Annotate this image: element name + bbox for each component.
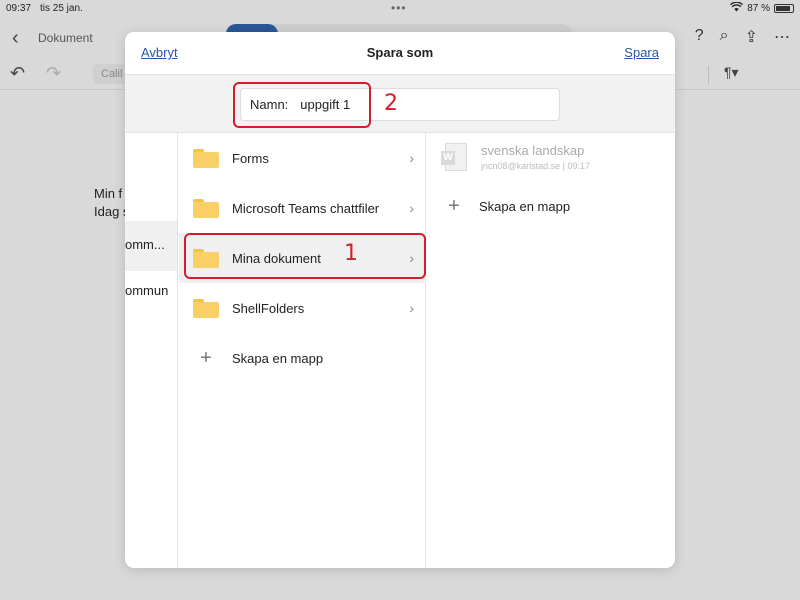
- status-time: 09:37: [6, 3, 32, 14]
- word-document-icon: W: [441, 143, 469, 173]
- dialog-title: Spara som: [366, 45, 434, 60]
- battery-percent: 87 %: [747, 3, 770, 14]
- name-row: Namn: uppgift 1 2: [125, 74, 675, 133]
- file-name: svenska landskap: [481, 143, 585, 158]
- annotation-number-2: 2: [384, 91, 398, 116]
- share-icon[interactable]: ⇪: [745, 27, 758, 47]
- chevron-right-icon: ›: [409, 200, 414, 216]
- folder-icon: [193, 298, 219, 318]
- wifi-icon: [730, 1, 744, 15]
- plus-icon: +: [200, 346, 212, 369]
- location-item[interactable]: ommun: [125, 271, 177, 321]
- files-pane: W svenska landskap jncn08@karlstad.se | …: [427, 133, 675, 568]
- new-folder-button[interactable]: + Skapa en mapp: [179, 333, 426, 383]
- status-date: tis 25 jan.: [40, 3, 83, 14]
- chevron-right-icon: ›: [409, 150, 414, 166]
- new-folder-label: Skapa en mapp: [232, 350, 324, 366]
- folder-row-teams[interactable]: Microsoft Teams chattfiler ›: [179, 183, 426, 233]
- annotation-box-1: [184, 233, 426, 279]
- folder-label: Forms: [232, 150, 269, 166]
- back-label[interactable]: Dokument: [38, 31, 93, 45]
- doc-line-1: Min f: [94, 186, 123, 201]
- folders-pane: Forms › Microsoft Teams chattfiler › Min…: [179, 133, 426, 568]
- annotation-box-2: [233, 82, 371, 128]
- plus-icon: +: [448, 195, 460, 217]
- folder-icon: [193, 198, 219, 218]
- status-bar: 09:37 tis 25 jan. ••• 87 %: [0, 0, 800, 18]
- save-button[interactable]: Spara: [624, 45, 659, 60]
- folder-icon: [193, 148, 219, 168]
- folder-row-forms[interactable]: Forms ›: [179, 133, 426, 183]
- ribbon-divider: [708, 66, 709, 84]
- multitask-dots-icon[interactable]: •••: [391, 1, 407, 15]
- new-folder-label: Skapa en mapp: [479, 199, 571, 214]
- help-icon[interactable]: ?: [695, 27, 704, 47]
- file-item[interactable]: W svenska landskap jncn08@karlstad.se | …: [441, 143, 590, 173]
- redo-icon[interactable]: ↷: [46, 63, 61, 84]
- more-icon[interactable]: ⋯: [774, 27, 790, 47]
- search-icon[interactable]: ⌕: [720, 27, 729, 47]
- folder-row-shellfolders[interactable]: ShellFolders ›: [179, 283, 426, 333]
- dialog-header: Avbryt Spara som Spara: [125, 32, 675, 74]
- new-folder-button-right[interactable]: + Skapa en mapp: [441, 195, 570, 218]
- file-subtitle: jncn08@karlstad.se | 09:17: [481, 161, 591, 171]
- folder-label: ShellFolders: [232, 300, 305, 316]
- undo-icon[interactable]: ↶: [10, 63, 25, 84]
- folder-label: Microsoft Teams chattfiler: [232, 200, 380, 216]
- save-as-dialog: Avbryt Spara som Spara Namn: uppgift 1 2…: [125, 32, 675, 568]
- status-right: 87 %: [730, 1, 794, 15]
- chevron-right-icon: ›: [409, 300, 414, 316]
- battery-icon: [774, 4, 794, 13]
- annotation-number-1: 1: [344, 241, 358, 266]
- toolbar-icons: ? ⌕ ⇪ ⋯: [695, 27, 790, 47]
- paragraph-icon[interactable]: ¶▾: [724, 64, 739, 81]
- browser-panes: omm... ommun Forms › Microsoft Teams cha…: [125, 133, 675, 568]
- locations-pane: omm... ommun: [125, 133, 178, 568]
- location-item[interactable]: omm...: [125, 221, 177, 271]
- back-chevron-icon[interactable]: ‹: [12, 27, 19, 50]
